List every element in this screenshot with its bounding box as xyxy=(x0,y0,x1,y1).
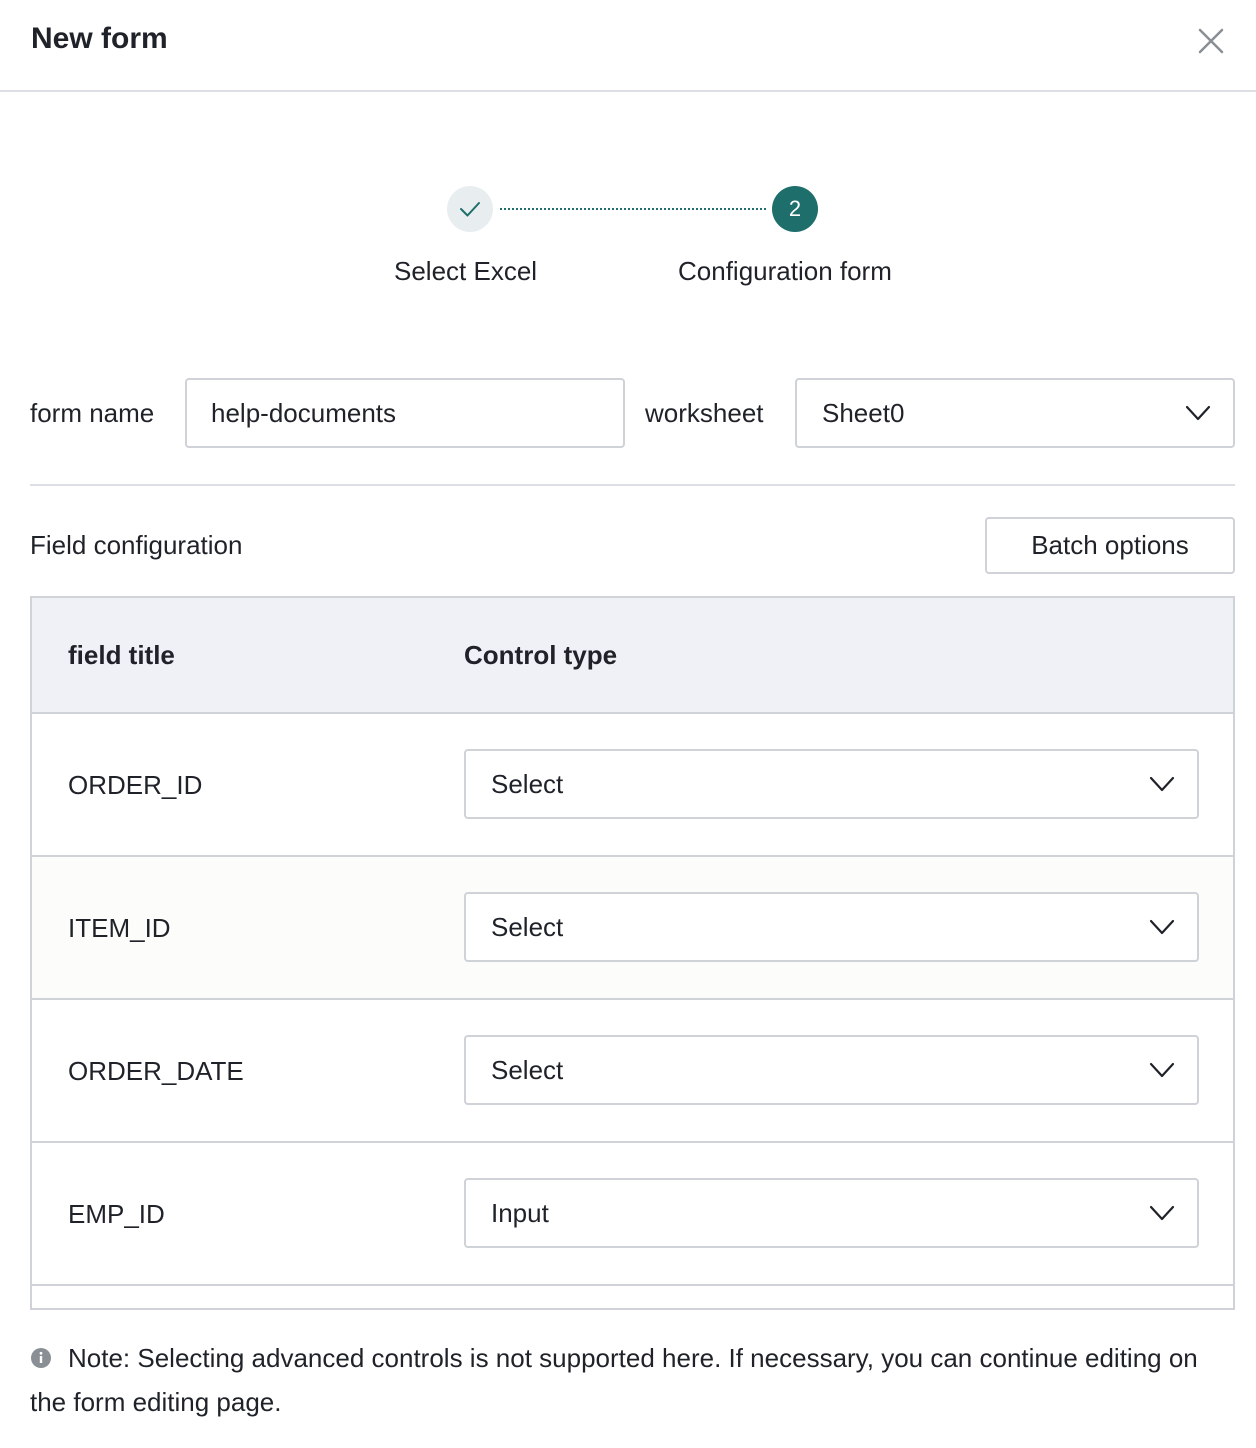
chevron-down-icon xyxy=(1149,1062,1175,1078)
step-connector xyxy=(500,208,766,210)
close-icon[interactable] xyxy=(1192,22,1230,60)
dialog-title: New form xyxy=(31,22,168,55)
worksheet-select-value: Sheet0 xyxy=(822,398,905,428)
control-type-value: Select xyxy=(491,912,564,942)
chevron-down-icon xyxy=(1185,405,1211,421)
form-name-label: form name xyxy=(30,398,155,428)
table-row: ORDER_DATE Select xyxy=(32,1000,1233,1143)
control-type-value: Select xyxy=(491,769,564,799)
column-header-field-title: field title xyxy=(68,640,175,670)
control-type-select[interactable]: Input xyxy=(464,1178,1199,1248)
note-text-block: Note: Selecting advanced controls is not… xyxy=(30,1336,1230,1424)
stepper: 2 Select Excel Configuration form xyxy=(0,180,1256,300)
field-title-cell: ORDER_DATE xyxy=(68,1056,244,1086)
dialog-header: New form xyxy=(0,0,1256,92)
worksheet-select[interactable]: Sheet0 xyxy=(795,378,1235,448)
worksheet-label: worksheet xyxy=(645,398,764,428)
step-2-label: Configuration form xyxy=(678,256,892,286)
check-icon xyxy=(460,202,480,217)
chevron-down-icon xyxy=(1149,776,1175,792)
form-name-input[interactable] xyxy=(185,378,625,448)
field-configuration-title: Field configuration xyxy=(30,530,243,560)
control-type-select[interactable]: Select xyxy=(464,892,1199,962)
step-1-label: Select Excel xyxy=(394,256,538,286)
field-title-cell: ITEM_ID xyxy=(68,913,171,943)
field-title-cell: ORDER_ID xyxy=(68,770,203,800)
note-text: Note: Selecting advanced controls is not… xyxy=(30,1343,1198,1417)
step-1-circle xyxy=(447,186,493,232)
batch-options-button[interactable]: Batch options xyxy=(985,517,1235,574)
step-2-circle: 2 xyxy=(772,186,818,232)
info-icon xyxy=(31,1348,51,1368)
chevron-down-icon xyxy=(1149,919,1175,935)
control-type-value: Select xyxy=(491,1055,564,1085)
table-header: field title Control type xyxy=(32,598,1233,714)
control-type-select[interactable]: Select xyxy=(464,749,1199,819)
field-title-cell: EMP_ID xyxy=(68,1199,165,1229)
control-type-select[interactable]: Select xyxy=(464,1035,1199,1105)
field-config-table: field title Control type ORDER_ID Select… xyxy=(30,596,1235,1310)
table-row: ITEM_ID Select xyxy=(32,857,1233,1000)
section-divider xyxy=(30,484,1235,486)
control-type-value: Input xyxy=(491,1198,549,1228)
table-row: EMP_ID Input xyxy=(32,1143,1233,1286)
table-row: ORDER_ID Select xyxy=(32,714,1233,857)
column-header-control-type: Control type xyxy=(464,640,618,670)
chevron-down-icon xyxy=(1149,1205,1175,1221)
